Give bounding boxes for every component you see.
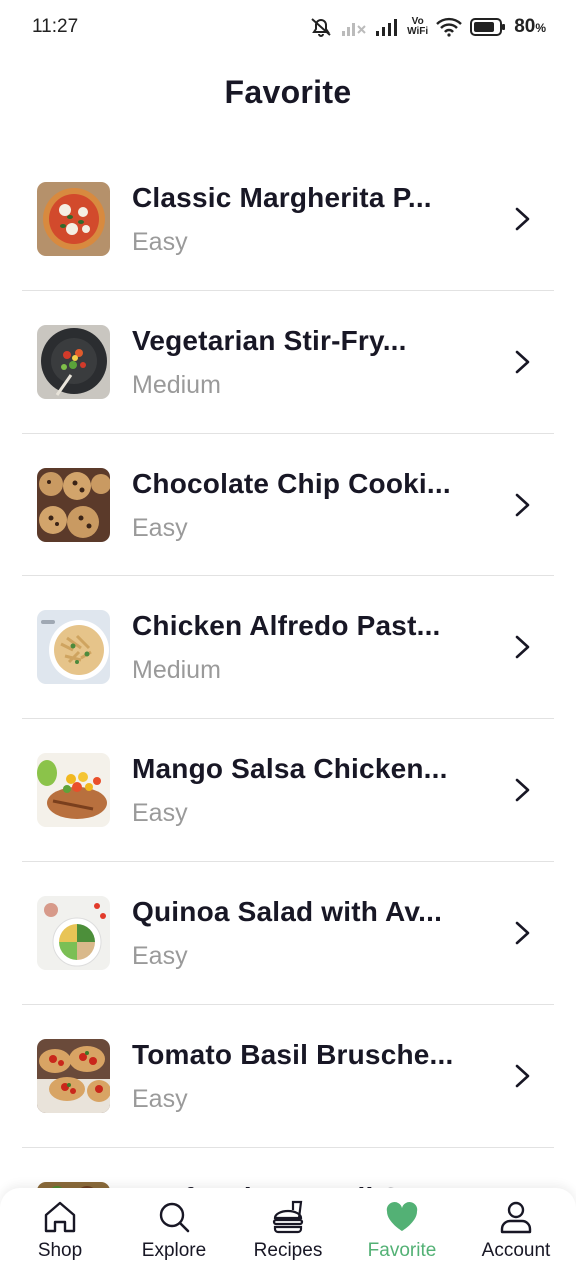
battery-percent: 80% <box>514 16 546 37</box>
status-bar: 11:27 Vo WiFi 80% <box>0 0 576 54</box>
battery-icon <box>470 18 506 36</box>
nav-label: Recipes <box>253 1240 323 1261</box>
favorite-item-bruschetta[interactable]: Tomato Basil Brusche... Easy <box>22 1005 554 1148</box>
quinoa-salad-image <box>37 895 110 970</box>
nav-label: Shop <box>37 1240 83 1261</box>
recipe-name: Chocolate Chip Cooki... <box>132 467 451 499</box>
favorite-item-quinoa-salad[interactable]: Quinoa Salad with Av... Easy <box>22 862 554 1005</box>
page-title: Favorite <box>224 74 352 110</box>
recipe-name: Chicken Alfredo Past... <box>132 610 441 642</box>
recipe-difficulty: Easy <box>132 1084 188 1113</box>
nav-label: Explore <box>141 1240 207 1261</box>
muted-bell-icon <box>311 18 331 37</box>
nav-label: Favorite <box>367 1240 437 1261</box>
recipe-name: Mango Salsa Chicken... <box>132 753 448 785</box>
cookies-image <box>37 467 110 542</box>
stir-fry-image <box>37 324 110 399</box>
nav-item-explore[interactable]: Explore <box>120 1188 228 1280</box>
wifi-icon <box>436 17 463 37</box>
status-icons: Vo WiFi 80% <box>309 16 546 38</box>
nav-item-shop[interactable]: Shop <box>6 1188 114 1280</box>
recipe-name: Vegetarian Stir-Fry... <box>132 324 407 356</box>
recipe-difficulty: Medium <box>132 370 221 399</box>
chevron-right-icon[interactable] <box>512 1063 534 1089</box>
nav-label: Account <box>481 1240 551 1261</box>
recipe-difficulty: Easy <box>132 799 188 828</box>
chevron-right-icon[interactable] <box>512 634 534 660</box>
favorite-item-cookies[interactable]: Chocolate Chip Cooki... Easy <box>22 434 554 577</box>
pasta-image <box>37 610 110 685</box>
recipe-difficulty: Easy <box>132 228 188 256</box>
favorite-item-mango-chicken[interactable]: Mango Salsa Chicken... Easy <box>22 719 554 862</box>
search-icon <box>159 1202 190 1233</box>
nav-item-account[interactable]: Account <box>462 1188 570 1280</box>
vowifi-indicator: Vo WiFi <box>407 16 429 37</box>
favorite-item-beef-broccoli[interactable]: Beef and Broccoli St... <box>22 1148 554 1190</box>
recipe-difficulty: Easy <box>132 513 188 542</box>
nav-item-recipes[interactable]: Recipes <box>234 1188 342 1280</box>
chevron-right-icon[interactable] <box>512 206 534 232</box>
chevron-right-icon[interactable] <box>512 492 534 518</box>
mango-chicken-image <box>37 753 110 828</box>
recipe-name: Tomato Basil Brusche... <box>132 1038 454 1070</box>
recipe-difficulty: Easy <box>132 941 188 970</box>
signal-off-icon <box>342 23 366 36</box>
bruschetta-image <box>37 1038 110 1113</box>
recipe-name: Quinoa Salad with Av... <box>132 895 443 927</box>
signal-icon <box>376 19 398 36</box>
bottom-navigation: Shop Explore Recipes Favorite Account <box>0 1188 576 1280</box>
favorite-item-margherita[interactable]: Classic Margherita P... Easy <box>22 148 554 291</box>
status-time: 11:27 <box>32 16 79 37</box>
favorite-item-stir-fry[interactable]: Vegetarian Stir-Fry... Medium <box>22 291 554 434</box>
heart-icon <box>386 1202 418 1231</box>
home-icon <box>44 1201 76 1233</box>
nav-item-favorite[interactable]: Favorite <box>348 1188 456 1280</box>
favorite-item-alfredo[interactable]: Chicken Alfredo Past... Medium <box>22 576 554 720</box>
pizza-image <box>37 182 110 256</box>
account-icon <box>500 1201 532 1234</box>
recipe-difficulty: Medium <box>132 656 221 685</box>
recipe-name: Classic Margherita P... <box>132 182 432 213</box>
chevron-right-icon[interactable] <box>512 920 534 946</box>
chevron-right-icon[interactable] <box>512 777 534 803</box>
recipes-icon <box>272 1200 304 1234</box>
chevron-right-icon[interactable] <box>512 349 534 375</box>
favorites-list[interactable]: Classic Margherita P... Easy Vegetarian … <box>22 148 554 1190</box>
